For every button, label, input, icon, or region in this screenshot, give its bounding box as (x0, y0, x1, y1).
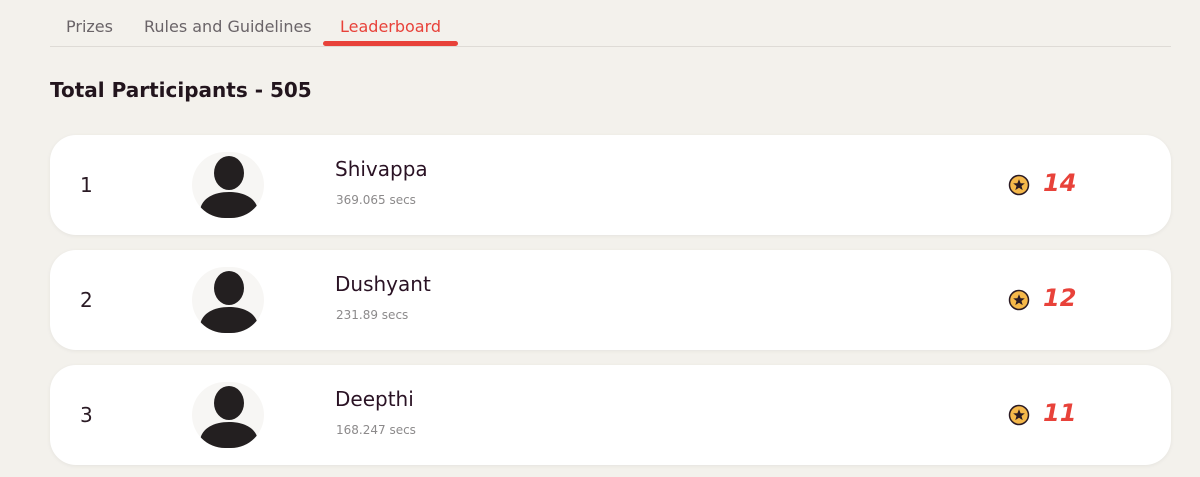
active-tab-indicator (323, 41, 458, 46)
star-coin-icon (1008, 289, 1030, 311)
page-title: Total Participants - 505 (50, 78, 312, 102)
participant-name: Dushyant (335, 272, 431, 296)
leaderboard-row: 3 Deepthi 168.247 secs 11 (50, 365, 1171, 465)
participant-time: 369.065 secs (336, 193, 416, 207)
participant-name: Shivappa (335, 157, 428, 181)
rank-number: 2 (80, 288, 93, 312)
leaderboard-row: 2 Dushyant 231.89 secs 12 (50, 250, 1171, 350)
tab-prizes[interactable]: Prizes (66, 17, 113, 36)
participant-time: 168.247 secs (336, 423, 416, 437)
user-silhouette-icon (192, 382, 264, 448)
star-coin-icon (1008, 404, 1030, 426)
participant-score: 12 (1043, 284, 1077, 312)
tab-leaderboard[interactable]: Leaderboard (340, 17, 441, 36)
rank-number: 1 (80, 173, 93, 197)
user-silhouette-icon (192, 267, 264, 333)
participant-score: 14 (1043, 169, 1077, 197)
leaderboard-row: 1 Shivappa 369.065 secs 14 (50, 135, 1171, 235)
rank-number: 3 (80, 403, 93, 427)
participant-score: 11 (1043, 399, 1077, 427)
user-silhouette-icon (192, 152, 264, 218)
star-coin-icon (1008, 174, 1030, 196)
tab-rules-and-guidelines[interactable]: Rules and Guidelines (144, 17, 312, 36)
participant-name: Deepthi (335, 387, 414, 411)
participant-time: 231.89 secs (336, 308, 409, 322)
tab-bar: Prizes Rules and Guidelines Leaderboard (50, 0, 1171, 47)
